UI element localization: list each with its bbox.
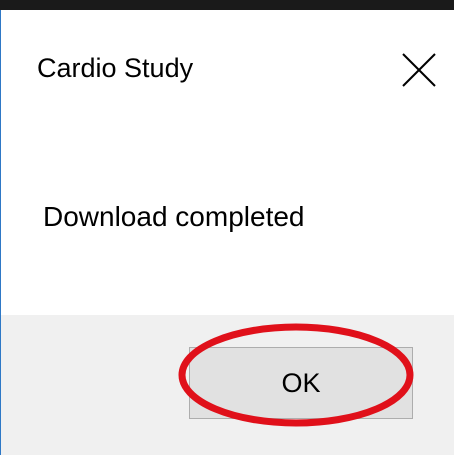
close-icon (402, 53, 436, 87)
dialog-title: Cardio Study (37, 53, 194, 83)
message-dialog: Cardio Study Download completed OK (0, 10, 454, 455)
dialog-content: Download completed (1, 110, 454, 315)
ok-button[interactable]: OK (189, 347, 413, 419)
screen: Cardio Study Download completed OK (0, 0, 454, 455)
close-button[interactable] (393, 44, 445, 96)
background-window-strip (0, 0, 454, 10)
title-bar[interactable]: Cardio Study (1, 10, 454, 110)
dialog-button-area: OK (1, 315, 454, 455)
ok-button-label: OK (281, 367, 321, 398)
dialog-message: Download completed (43, 201, 305, 232)
